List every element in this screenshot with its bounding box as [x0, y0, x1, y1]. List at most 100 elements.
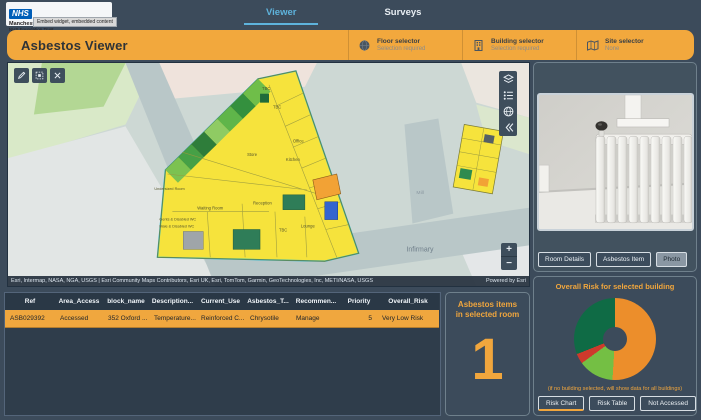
- svg-text:Undersized Room: Undersized Room: [154, 187, 184, 191]
- pen-icon: [17, 71, 26, 80]
- street-label-mill: Mill: [416, 190, 423, 196]
- site-selector-value: None: [605, 46, 644, 53]
- tab-not-accessed[interactable]: Not Accessed: [640, 396, 696, 411]
- radiator-photo: [539, 95, 692, 229]
- cell-area-access: Accessed: [55, 310, 103, 328]
- col-overall-risk[interactable]: Overall_Risk: [377, 293, 439, 310]
- cell-asbestos-type: Chrysotile: [245, 310, 291, 328]
- col-description[interactable]: Description...: [149, 293, 196, 310]
- col-area-access[interactable]: Area_Access: [55, 293, 103, 310]
- col-current-use[interactable]: Current_Use: [196, 293, 245, 310]
- legend-icon[interactable]: [503, 90, 514, 101]
- site-selector[interactable]: Site selector None: [576, 30, 690, 60]
- photo-panel-tabs: Room Details Asbestos Item Photo: [538, 252, 687, 267]
- tab-surveys[interactable]: Surveys: [362, 5, 443, 25]
- col-recommendation[interactable]: Recommen...: [291, 293, 341, 310]
- blue-room: [325, 202, 338, 220]
- embed-widget-tooltip: Embed widget, embedded content: [33, 17, 117, 27]
- kpi-title: Asbestos items in selected room: [446, 300, 529, 321]
- building-selector[interactable]: Building selector Selection required: [462, 30, 576, 60]
- building-icon: [472, 39, 485, 52]
- kpi-card: Asbestos items in selected room 1: [445, 292, 530, 416]
- asbestos-photo: [537, 93, 694, 231]
- close-selection-button[interactable]: [50, 68, 65, 83]
- map-toolbar-right: [499, 71, 517, 136]
- asbestos-items-table: Ref Area_Access block_name Description..…: [4, 292, 441, 416]
- photo-panel: Room Details Asbestos Item Photo: [533, 62, 697, 272]
- zoom-out-button[interactable]: −: [501, 257, 517, 270]
- svg-text:Store: Store: [247, 152, 258, 157]
- cell-priority: 5: [341, 310, 377, 328]
- powered-by-esri: Powered by Esri: [486, 278, 526, 284]
- teal-room: [283, 195, 305, 210]
- report-tabs: Viewer Surveys: [244, 5, 443, 25]
- title-banner: Asbestos Viewer Floor selector Selection…: [7, 30, 694, 60]
- draw-pen-button[interactable]: [14, 68, 29, 83]
- asbestos-viewer-app: NHS Manchester University NHS Foundation…: [0, 0, 701, 420]
- top-header: NHS Manchester University NHS Foundation…: [0, 0, 701, 28]
- col-ref[interactable]: Ref: [5, 293, 55, 310]
- teal-room: [233, 230, 260, 250]
- floor-selector-label: Floor selector: [377, 38, 425, 46]
- valve-knob: [596, 121, 608, 130]
- frame-icon: [35, 71, 44, 80]
- site-selector-label: Site selector: [605, 38, 644, 46]
- tab-photo[interactable]: Photo: [656, 252, 687, 267]
- svg-text:Reception: Reception: [253, 201, 272, 206]
- table-row[interactable]: ASB029392 Accessed 352 Oxford ... Temper…: [5, 310, 440, 328]
- tab-risk-table[interactable]: Risk Table: [589, 396, 635, 411]
- collapse-panel-icon[interactable]: [503, 122, 514, 133]
- nhs-logo: NHS Manchester University NHS Foundation…: [6, 2, 112, 26]
- svg-text:Kitchen: Kitchen: [286, 157, 301, 162]
- basemap-globe-icon[interactable]: [503, 106, 514, 117]
- cell-description: Temperature...: [149, 310, 196, 328]
- floor-selector-value: Selection required: [377, 46, 425, 53]
- tab-risk-chart[interactable]: Risk Chart: [538, 396, 584, 411]
- kpi-value: 1: [446, 321, 529, 399]
- building-selector-label: Building selector: [491, 38, 544, 46]
- map-attribution: Esri, Intermap, NASA, NGA, USGS | Esri C…: [8, 276, 529, 286]
- tab-viewer[interactable]: Viewer: [244, 5, 318, 25]
- svg-text:TBC: TBC: [262, 86, 270, 91]
- select-extent-button[interactable]: [32, 68, 47, 83]
- page-title: Asbestos Viewer: [21, 38, 128, 53]
- svg-text:Gents & Disabled WC: Gents & Disabled WC: [159, 218, 196, 222]
- cell-current-use: Reinforced C...: [196, 310, 245, 328]
- floor-selector[interactable]: Floor selector Selection required: [348, 30, 462, 60]
- svg-text:Lounge: Lounge: [301, 224, 316, 229]
- col-block-name[interactable]: block_name: [103, 293, 149, 310]
- selector-group: Floor selector Selection required Buildi…: [348, 30, 690, 60]
- floorplan-map[interactable]: TBC TBC TBC Store Kitchen Waiting Room R…: [8, 63, 529, 286]
- map-icon: [586, 39, 599, 52]
- table-header-row: Ref Area_Access block_name Description..…: [5, 293, 440, 310]
- svg-text:TBC: TBC: [273, 105, 281, 110]
- svg-text:TBC: TBC: [279, 227, 287, 232]
- tab-room-details[interactable]: Room Details: [538, 252, 591, 267]
- risk-panel-caption: (if no building selected, will show data…: [534, 386, 696, 393]
- risk-donut-chart[interactable]: [574, 298, 656, 380]
- dark-green-room: [260, 94, 269, 103]
- cell-recommendation: Manage: [291, 310, 341, 328]
- nhs-logo-mark: NHS: [9, 9, 32, 19]
- svg-text:Waiting Room: Waiting Room: [197, 206, 224, 211]
- risk-panel: Overall Risk for selected building (if n…: [533, 276, 697, 416]
- building-selector-value: Selection required: [491, 46, 544, 53]
- map-toolbar-left: [14, 68, 65, 83]
- svg-text:Male & Disabled WC: Male & Disabled WC: [159, 225, 194, 229]
- street-label-infirmary: Infirmary: [406, 246, 434, 253]
- tab-asbestos-item[interactable]: Asbestos Item: [596, 252, 651, 267]
- svg-text:Office: Office: [293, 138, 304, 143]
- attribution-text: Esri, Intermap, NASA, NGA, USGS | Esri C…: [11, 278, 373, 284]
- radiator: [596, 121, 693, 223]
- map-zoom-control: + −: [501, 243, 517, 270]
- col-asbestos-type[interactable]: Asbestos_T...: [245, 293, 291, 310]
- layers-icon[interactable]: [503, 74, 514, 85]
- col-priority[interactable]: Priority: [341, 293, 377, 310]
- close-icon: [53, 71, 62, 80]
- zoom-in-button[interactable]: +: [501, 243, 517, 257]
- risk-panel-title: Overall Risk for selected building: [534, 282, 696, 291]
- risk-panel-tabs: Risk Chart Risk Table Not Accessed: [538, 396, 696, 411]
- gray-room: [183, 231, 203, 249]
- cell-ref: ASB029392: [5, 310, 55, 328]
- map-panel: TBC TBC TBC Store Kitchen Waiting Room R…: [7, 62, 530, 287]
